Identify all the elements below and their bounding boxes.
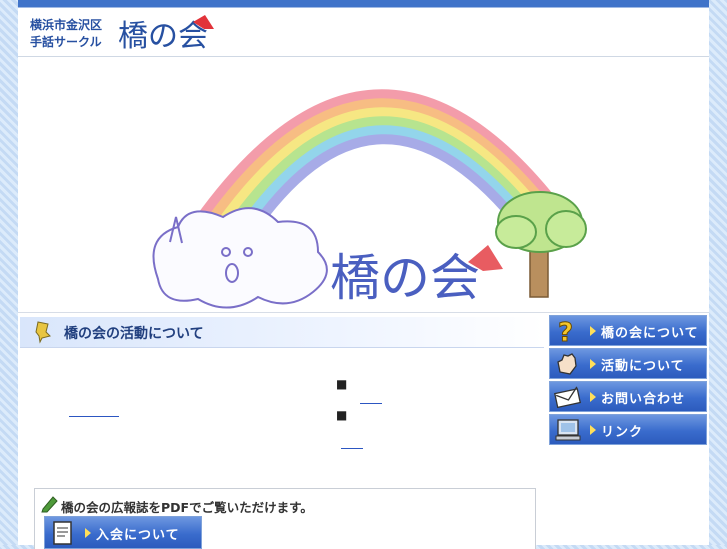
nav-activities[interactable]: 活動について (549, 348, 707, 379)
hero-banner: 橋の会 (18, 57, 709, 313)
section-header: 橋の会の活動について (20, 317, 544, 348)
document-icon (53, 521, 72, 545)
org-line-1: 横浜市金沢区 (30, 18, 103, 32)
side-navigation: ? 橋の会について 活動について お問い合わせ リンク (549, 315, 709, 447)
pdf-text: 橋の会の広報誌をPDFでご覧いただけます。 (61, 500, 313, 515)
page-frame: 横浜市金沢区 手話サークル 橋の会 橋の会 橋の会の活動について ■ ■ 橋の会… (18, 0, 709, 549)
pen-icon (41, 496, 58, 513)
hand-sign-icon (557, 353, 577, 375)
join-button-label: 入会について (96, 528, 180, 543)
text-link-3[interactable] (341, 448, 363, 449)
tree-icon (495, 191, 587, 298)
pushpin-icon (35, 321, 51, 344)
nav-activities-label: 活動について (601, 359, 685, 374)
arrow-right-icon (590, 359, 596, 369)
pdf-newsletter-box: 橋の会の広報誌をPDFでご覧いただけます。 入会について (34, 488, 536, 549)
section-title: 橋の会の活動について (64, 326, 204, 342)
hero-logo-text: 橋の会 (330, 249, 480, 307)
arrow-right-icon (590, 425, 596, 435)
gold-note-text (80, 362, 116, 379)
rainbow-illustration: 橋の会 (152, 89, 587, 309)
bullet-2: ■ (336, 408, 348, 422)
svg-text:?: ? (558, 319, 573, 343)
arrow-right-icon (590, 326, 596, 336)
computer-icon (555, 419, 581, 441)
logo-mark-text: 橋の会 (118, 19, 208, 53)
join-button[interactable]: 入会について (44, 516, 202, 549)
org-line-2: 手話サークル (30, 35, 102, 49)
top-bar (18, 0, 709, 8)
nav-about-label: 橋の会について (601, 326, 699, 341)
site-header: 横浜市金沢区 手話サークル 橋の会 (18, 8, 709, 57)
arrow-right-icon (85, 528, 91, 538)
nav-links[interactable]: リンク (549, 414, 707, 445)
site-logo-mark[interactable]: 橋の会 (118, 13, 218, 53)
question-icon: ? (558, 319, 574, 343)
nav-about[interactable]: ? 橋の会について (549, 315, 707, 346)
nav-contact-label: お問い合わせ (601, 392, 686, 407)
nav-links-label: リンク (601, 425, 644, 440)
bullet-1: ■ (336, 377, 348, 391)
cloud-shape (152, 207, 328, 309)
nav-contact[interactable]: お問い合わせ (549, 381, 707, 412)
site-logo-text[interactable]: 横浜市金沢区 手話サークル (30, 17, 130, 51)
text-link-1[interactable] (69, 416, 119, 417)
arrow-right-icon (590, 392, 596, 402)
envelope-icon (554, 386, 581, 409)
text-link-2[interactable] (360, 403, 382, 404)
